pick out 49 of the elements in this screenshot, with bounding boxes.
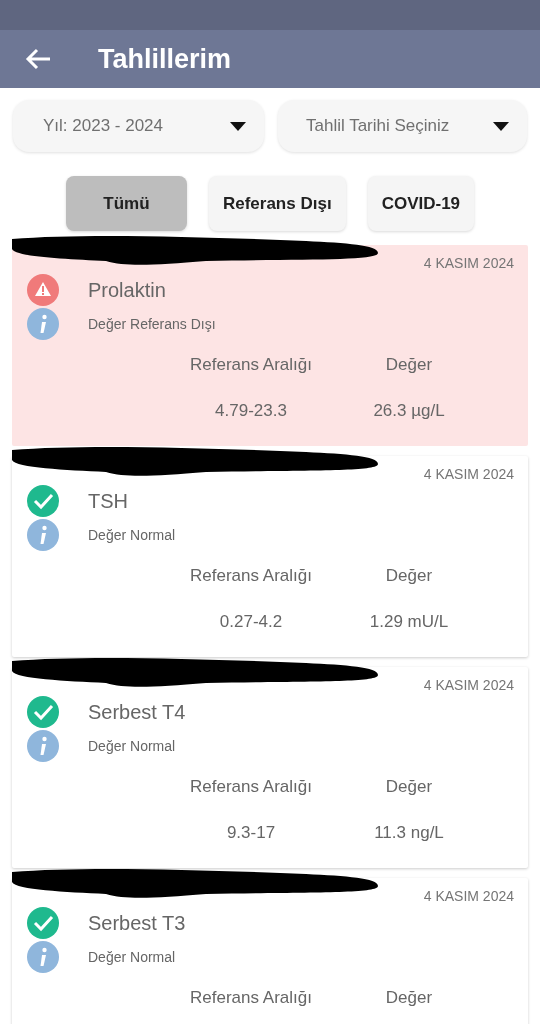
reference-range: 0.27-4.2 [219,612,283,632]
result-status: Değer Normal [88,738,176,754]
result-status: Değer Normal [88,949,176,965]
column-label: Referans Aralığı [190,355,312,375]
reference-range: 9.3-17 [226,823,276,843]
dropdown[interactable]: Tahlil Tarihi Seçiniz [278,100,527,152]
result-value: 26.3 µg/L [373,401,445,421]
dropdown-value: Tahlil Tarihi Seçiniz [306,116,450,136]
result-date: 4 KASIM 2024 [423,888,514,906]
result-card[interactable]: 4 KASIM 2024 TSH Değer Normal Referans Aralığı Değer 0.27-4.2 1.29 mU/L [12,456,528,657]
column-label: Değer [385,988,433,1008]
test-name: Prolaktin [88,278,166,302]
test-name: TSH [88,489,128,513]
caret-icon[interactable] [493,121,509,131]
back-arrow-icon[interactable] [24,47,52,71]
result-value: 1.29 mU/L [369,612,449,632]
column-label: Değer [385,777,433,797]
filter-button[interactable]: COVID-19 [367,176,475,231]
column-label: Referans Aralığı [190,566,312,586]
result-status: Değer Normal [88,527,176,543]
result-status: Değer Referans Dışı [88,316,216,332]
column-label: Referans Aralığı [190,777,312,797]
info-icon[interactable] [26,518,60,552]
result-date: 4 KASIM 2024 [423,466,514,484]
screen-title: Tahlillerim [98,43,232,75]
dropdown[interactable]: Yıl: 2023 - 2024 [13,100,264,152]
test-name: Serbest T3 [88,911,186,935]
info-icon[interactable] [26,940,60,974]
result-card[interactable]: 4 KASIM 2024 Serbest T4 Değer Normal Referans Aralığı Değer 9.3-17 11.3 ng/L [12,667,528,868]
result-card[interactable]: 4 KASIM 2024 Serbest T3 Değer Normal Referans Aralığı Değer [12,878,528,1024]
warning-icon [26,273,60,307]
filter-button[interactable]: Referans Dışı [208,176,346,231]
info-icon[interactable] [26,307,60,341]
result-card[interactable]: 4 KASIM 2024 Prolaktin Değer Referans Dışı Referans Aralığı Değer 4.79-23.3 26.3 µg/L [12,245,528,446]
test-name: Serbest T4 [88,700,186,724]
column-label: Değer [385,566,433,586]
check-icon [26,484,60,518]
column-label: Referans Aralığı [190,988,312,1008]
check-icon [26,906,60,940]
filter-button[interactable]: Tümü [65,176,187,231]
reference-range: 4.79-23.3 [215,401,287,421]
caret-icon[interactable] [230,121,246,131]
result-value: 11.3 ng/L [374,823,444,843]
result-date: 4 KASIM 2024 [423,255,514,273]
column-label: Değer [385,355,433,375]
result-date: 4 KASIM 2024 [423,677,514,695]
check-icon [26,695,60,729]
dropdown-value: Yıl: 2023 - 2024 [43,116,164,136]
info-icon[interactable] [26,729,60,763]
